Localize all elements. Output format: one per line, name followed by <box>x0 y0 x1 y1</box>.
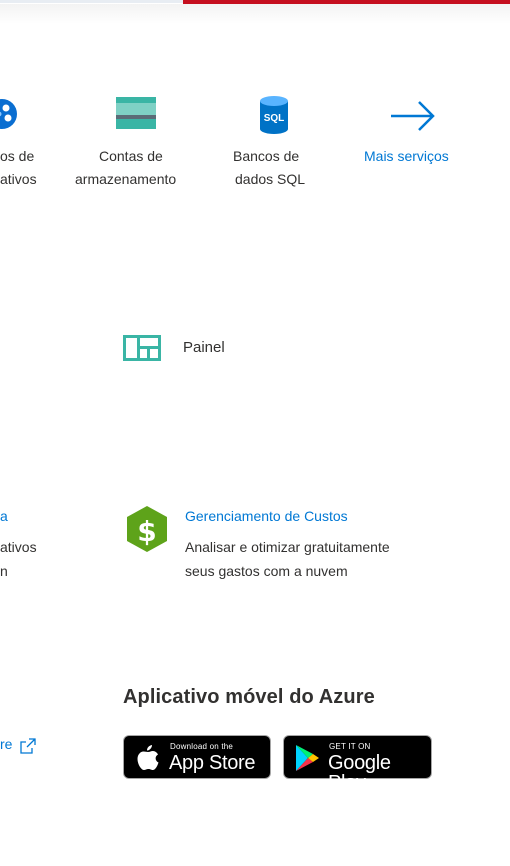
sql-label-line2: dados SQL <box>235 171 306 187</box>
bottom-left-link[interactable]: re <box>0 736 36 754</box>
left-desc-fragment-2: n <box>0 563 8 579</box>
left-link-fragment[interactable]: a <box>0 508 8 524</box>
top-tab-underline <box>0 0 183 3</box>
cost-management-icon: $ <box>127 506 167 552</box>
google-play-sub: GET IT ON <box>329 742 371 751</box>
service-dispositivos-line2: ativos <box>0 171 37 187</box>
mobile-app-heading: Aplicativo móvel do Azure <box>123 686 375 708</box>
globe-icon <box>0 99 17 129</box>
cost-management-title[interactable]: Gerenciamento de Custos <box>185 508 348 524</box>
storage-account-icon <box>116 97 156 129</box>
dashboard-icon <box>123 335 161 361</box>
painel-label: Painel <box>183 339 225 356</box>
arrow-right-icon <box>391 101 435 131</box>
google-play-icon <box>296 745 319 771</box>
external-link-icon <box>20 738 36 754</box>
storage-label-line2: armazenamento <box>75 171 177 187</box>
more-services-label[interactable]: Mais serviços <box>364 148 449 164</box>
storage-label-line1: Contas de <box>99 148 163 164</box>
google-play-badge[interactable]: GET IT ON Google Play <box>283 735 432 793</box>
header-shadow <box>0 4 510 24</box>
bottom-left-link-text: re <box>0 736 13 752</box>
cost-management-desc-2: seus gastos com a nuvem <box>185 563 348 579</box>
app-store-badge[interactable]: Download on the App Store <box>123 735 271 779</box>
service-dispositivos-line1: os de <box>0 148 35 164</box>
svg-text:SQL: SQL <box>264 113 285 124</box>
left-desc-fragment-1: ativos <box>0 539 37 555</box>
svg-text:$: $ <box>137 515 156 548</box>
sql-label-line1: Bancos de <box>233 148 300 164</box>
cost-management-desc-1: Analisar e otimizar gratuitamente <box>185 539 390 555</box>
app-store-main: App Store <box>169 752 256 774</box>
sql-database-icon: SQL <box>260 96 288 134</box>
apple-icon <box>137 745 159 770</box>
app-store-sub: Download on the <box>170 742 234 751</box>
google-play-main: Google Play <box>328 752 391 794</box>
